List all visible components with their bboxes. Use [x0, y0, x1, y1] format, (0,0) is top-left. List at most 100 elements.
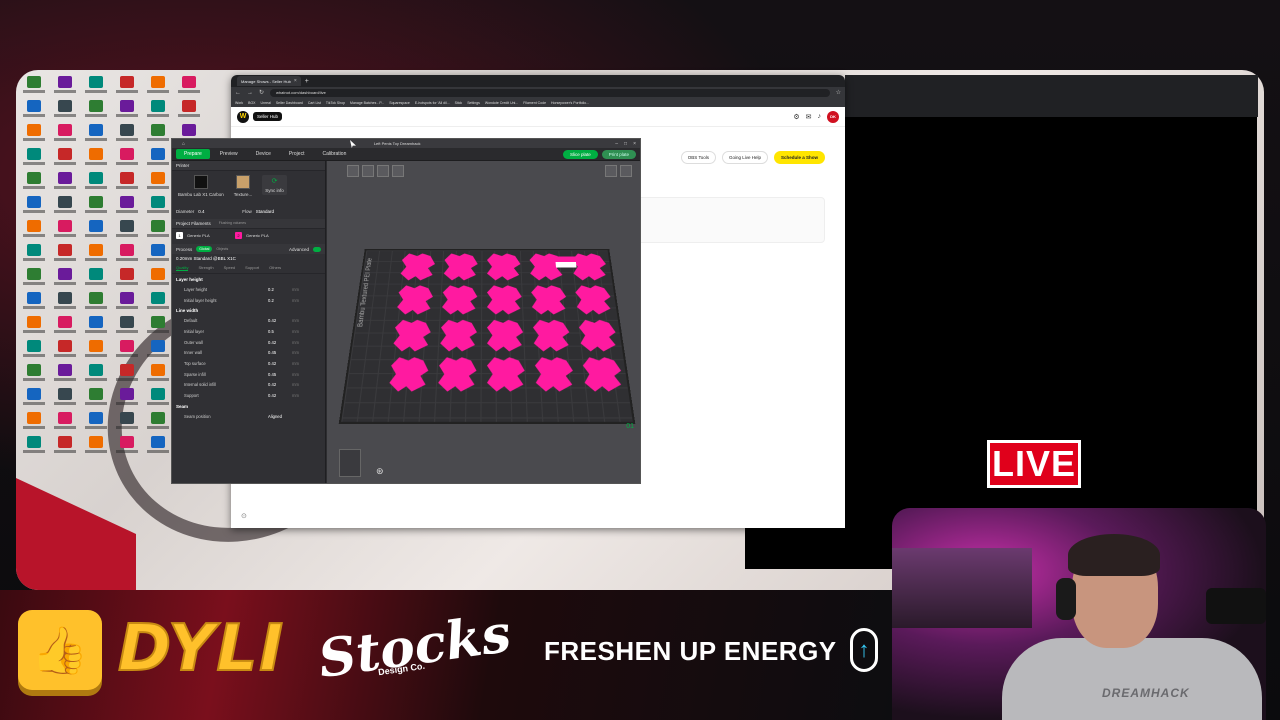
- desktop-shortcut-icon[interactable]: [82, 412, 110, 432]
- desktop-shortcut-icon[interactable]: [144, 364, 172, 384]
- param-value-input[interactable]: 0.2: [268, 298, 292, 303]
- bookmark-item[interactable]: E-hotspots for 'All dil...: [415, 101, 450, 105]
- address-bar[interactable]: whatnot.com/dashboard/live: [270, 88, 830, 97]
- forward-icon[interactable]: →: [247, 90, 253, 96]
- desktop-shortcut-icon[interactable]: [82, 148, 110, 168]
- filament-swatch[interactable]: 1: [176, 232, 183, 239]
- desktop-shortcut-icon[interactable]: [175, 76, 203, 96]
- bookmark-item[interactable]: Settings: [467, 101, 480, 105]
- param-value-input[interactable]: 0.42: [268, 393, 292, 398]
- desktop-shortcut-icon[interactable]: [82, 388, 110, 408]
- desktop-shortcut-icon[interactable]: [20, 196, 48, 216]
- settings-icon[interactable]: ⚙: [793, 113, 799, 121]
- desktop-shortcut-icon[interactable]: [51, 196, 79, 216]
- desktop-shortcut-icon[interactable]: [144, 244, 172, 264]
- desktop-shortcut-icon[interactable]: [20, 172, 48, 192]
- desktop-shortcut-icon[interactable]: [20, 412, 48, 432]
- filament-swatch[interactable]: 2: [235, 232, 242, 239]
- obs-tools-button[interactable]: OBS Tools: [680, 151, 716, 164]
- printed-part[interactable]: [400, 253, 436, 280]
- bookmark-item[interactable]: Squarespace: [389, 101, 410, 105]
- desktop-shortcut-icon[interactable]: [51, 244, 79, 264]
- add-object-icon[interactable]: [347, 165, 359, 177]
- bookmark-item[interactable]: BOX: [248, 101, 255, 105]
- desktop-shortcut-icon[interactable]: [51, 148, 79, 168]
- subtab-strength[interactable]: Strength: [198, 265, 213, 271]
- desktop-shortcut-icon[interactable]: [20, 220, 48, 240]
- printed-part[interactable]: [393, 320, 432, 352]
- whatnot-logo-icon[interactable]: W: [237, 110, 249, 123]
- desktop-shortcut-icon[interactable]: [144, 292, 172, 312]
- printed-part[interactable]: [388, 357, 429, 391]
- printed-part[interactable]: [534, 357, 574, 391]
- printed-part[interactable]: [531, 285, 568, 314]
- param-value-input[interactable]: 0.42: [268, 382, 292, 387]
- help-icon[interactable]: ⊙: [241, 512, 247, 520]
- desktop-shortcut-icon[interactable]: [20, 388, 48, 408]
- chat-icon[interactable]: ✉: [806, 113, 812, 121]
- desktop-shortcut-icon[interactable]: [82, 268, 110, 288]
- desktop-shortcut-icon[interactable]: [144, 412, 172, 432]
- desktop-shortcut-icon[interactable]: [113, 412, 141, 432]
- desktop-shortcut-icon[interactable]: [51, 436, 79, 456]
- desktop-shortcut-icon[interactable]: [144, 436, 172, 456]
- bookmark-item[interactable]: Filament Code: [523, 101, 546, 105]
- tab-preview[interactable]: Preview: [212, 149, 246, 159]
- bookmark-item[interactable]: Cart List: [308, 101, 321, 105]
- printed-part[interactable]: [487, 357, 526, 391]
- close-icon[interactable]: ×: [294, 78, 297, 84]
- desktop-shortcut-icon[interactable]: [144, 124, 172, 144]
- desktop-shortcut-icon[interactable]: [113, 196, 141, 216]
- desktop-shortcut-icon[interactable]: [51, 100, 79, 120]
- desktop-shortcut-icon[interactable]: [113, 244, 141, 264]
- subtab-quality[interactable]: Quality: [176, 265, 189, 271]
- bookmark-item[interactable]: Work: [235, 101, 243, 105]
- bell-icon[interactable]: ♪: [818, 113, 822, 120]
- subtab-speed[interactable]: Speed: [224, 265, 236, 271]
- desktop-shortcut-icon[interactable]: [113, 340, 141, 360]
- param-value-input[interactable]: 0.2: [268, 287, 292, 292]
- bookmark-item[interactable]: Horsepower's Portfolio...: [551, 101, 589, 105]
- avatar[interactable]: DK: [827, 110, 839, 123]
- desktop-shortcut-icon[interactable]: [82, 100, 110, 120]
- browser-tab[interactable]: Manage Shows - Seller Hub ×: [237, 76, 301, 86]
- desktop-shortcut-icon[interactable]: [51, 124, 79, 144]
- param-value-input[interactable]: 0.5: [268, 329, 292, 334]
- desktop-shortcut-icon[interactable]: [20, 100, 48, 120]
- orient-icon[interactable]: [377, 165, 389, 177]
- star-icon[interactable]: ☆: [836, 89, 841, 96]
- printed-part[interactable]: [438, 357, 477, 391]
- desktop-shortcut-icon[interactable]: [113, 220, 141, 240]
- param-group-header[interactable]: Line width: [172, 305, 325, 315]
- maximize-icon[interactable]: □: [624, 141, 627, 147]
- desktop-shortcut-icon[interactable]: [20, 148, 48, 168]
- desktop-shortcut-icon[interactable]: [144, 388, 172, 408]
- minimize-icon[interactable]: –: [615, 141, 618, 147]
- desktop-shortcut-icon[interactable]: [20, 316, 48, 336]
- printed-part[interactable]: [487, 320, 524, 352]
- param-value-input[interactable]: 0.42: [268, 318, 292, 323]
- desktop-shortcut-icon[interactable]: [51, 388, 79, 408]
- desktop-shortcut-icon[interactable]: [144, 172, 172, 192]
- printed-part[interactable]: [487, 285, 522, 314]
- desktop-shortcut-icon[interactable]: [20, 76, 48, 96]
- tab-prepare[interactable]: Prepare: [176, 149, 210, 159]
- param-group-header[interactable]: Layer height: [172, 274, 325, 284]
- sync-info-button[interactable]: ⟳ Sync info: [262, 175, 287, 195]
- desktop-shortcut-icon[interactable]: [113, 148, 141, 168]
- tab-project[interactable]: Project: [281, 149, 313, 159]
- desktop-shortcut-icon[interactable]: [51, 364, 79, 384]
- printed-part[interactable]: [578, 320, 618, 352]
- tab-calibration[interactable]: Calibration: [314, 149, 354, 159]
- desktop-shortcut-icon[interactable]: [144, 100, 172, 120]
- desktop-shortcut-icon[interactable]: [51, 340, 79, 360]
- desktop-shortcut-icon[interactable]: [144, 268, 172, 288]
- flow-select[interactable]: Standard: [256, 209, 274, 214]
- going-live-help-button[interactable]: Going Live Help: [721, 151, 768, 164]
- subtab-support[interactable]: Support: [245, 265, 259, 271]
- printed-part[interactable]: [582, 357, 624, 391]
- desktop-shortcut-icon[interactable]: [20, 244, 48, 264]
- bookmark-item[interactable]: Wondote Credit Uni...: [485, 101, 518, 105]
- desktop-shortcut-icon[interactable]: [51, 76, 79, 96]
- bookmark-item[interactable]: Stick: [455, 101, 463, 105]
